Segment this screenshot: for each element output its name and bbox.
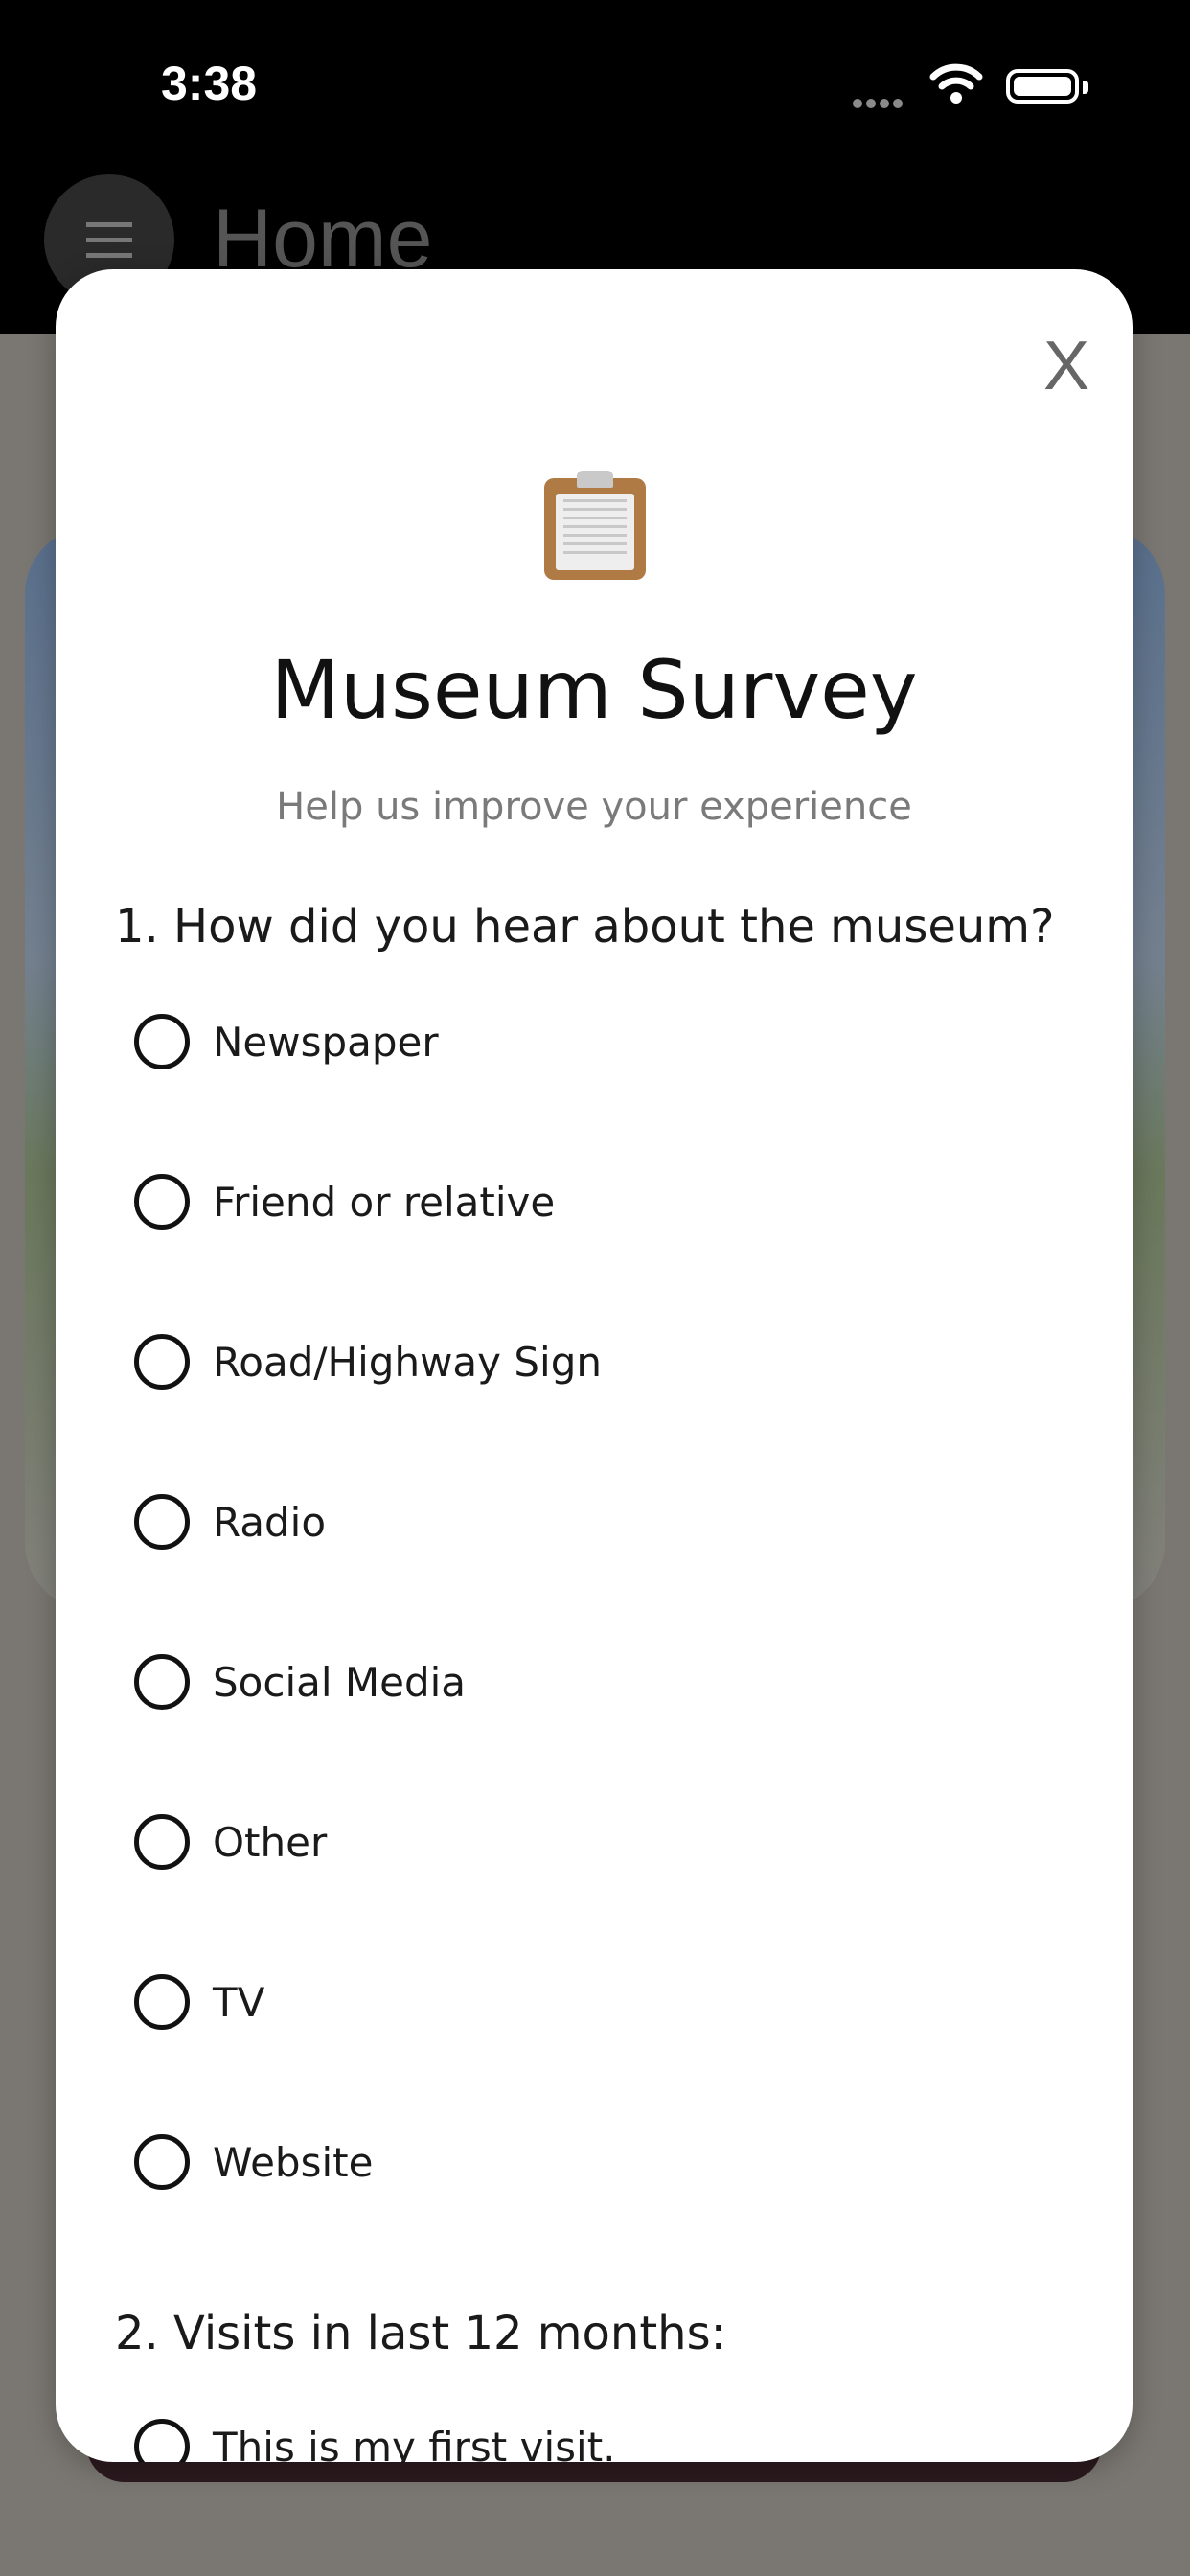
wifi-icon	[929, 63, 983, 104]
radio-button[interactable]	[134, 1014, 190, 1070]
radio-button[interactable]	[134, 2134, 190, 2190]
survey-title: Museum Survey	[270, 643, 918, 737]
radio-button[interactable]	[134, 1814, 190, 1870]
radio-button[interactable]	[134, 2419, 190, 2462]
option-radio[interactable]: Radio	[134, 1488, 326, 1555]
option-other[interactable]: Other	[134, 1808, 327, 1875]
clipboard-icon	[544, 471, 646, 580]
status-time: 3:38	[161, 57, 258, 110]
battery-icon	[1006, 69, 1079, 104]
cellular-signal-icon	[853, 94, 906, 112]
option-website[interactable]: Website	[134, 2128, 373, 2196]
option-road-highway-sign[interactable]: Road/Highway Sign	[134, 1328, 602, 1395]
option-label: Radio	[213, 1498, 327, 1546]
option-label: Other	[213, 1818, 328, 1866]
radio-button[interactable]	[134, 1494, 190, 1550]
radio-button[interactable]	[134, 1334, 190, 1390]
option-label: Social Media	[213, 1658, 467, 1706]
option-newspaper[interactable]: Newspaper	[134, 1008, 439, 1075]
battery-cap	[1083, 80, 1088, 94]
option-friend-or-relative[interactable]: Friend or relative	[134, 1168, 555, 1235]
option-label: Road/Highway Sign	[213, 1338, 602, 1386]
option-label: Friend or relative	[213, 1178, 556, 1226]
question-2: 2. Visits in last 12 months:	[115, 2307, 726, 2360]
radio-button[interactable]	[134, 1974, 190, 2030]
option-label: Website	[213, 2138, 374, 2186]
option-label: This is my first visit.	[213, 2423, 616, 2463]
survey-modal: X Museum Survey Help us improve your exp…	[56, 269, 1133, 2462]
option-label: TV	[213, 1978, 265, 2026]
survey-subtitle: Help us improve your experience	[276, 785, 912, 829]
option-label: Newspaper	[213, 1018, 439, 1066]
option-social-media[interactable]: Social Media	[134, 1648, 466, 1715]
radio-button[interactable]	[134, 1174, 190, 1230]
close-button[interactable]: X	[1043, 327, 1089, 405]
radio-button[interactable]	[134, 1654, 190, 1710]
option-tv[interactable]: TV	[134, 1968, 264, 2036]
question-1: 1. How did you hear about the museum?	[115, 900, 1055, 954]
option-first-visit[interactable]: This is my first visit.	[134, 2413, 616, 2462]
